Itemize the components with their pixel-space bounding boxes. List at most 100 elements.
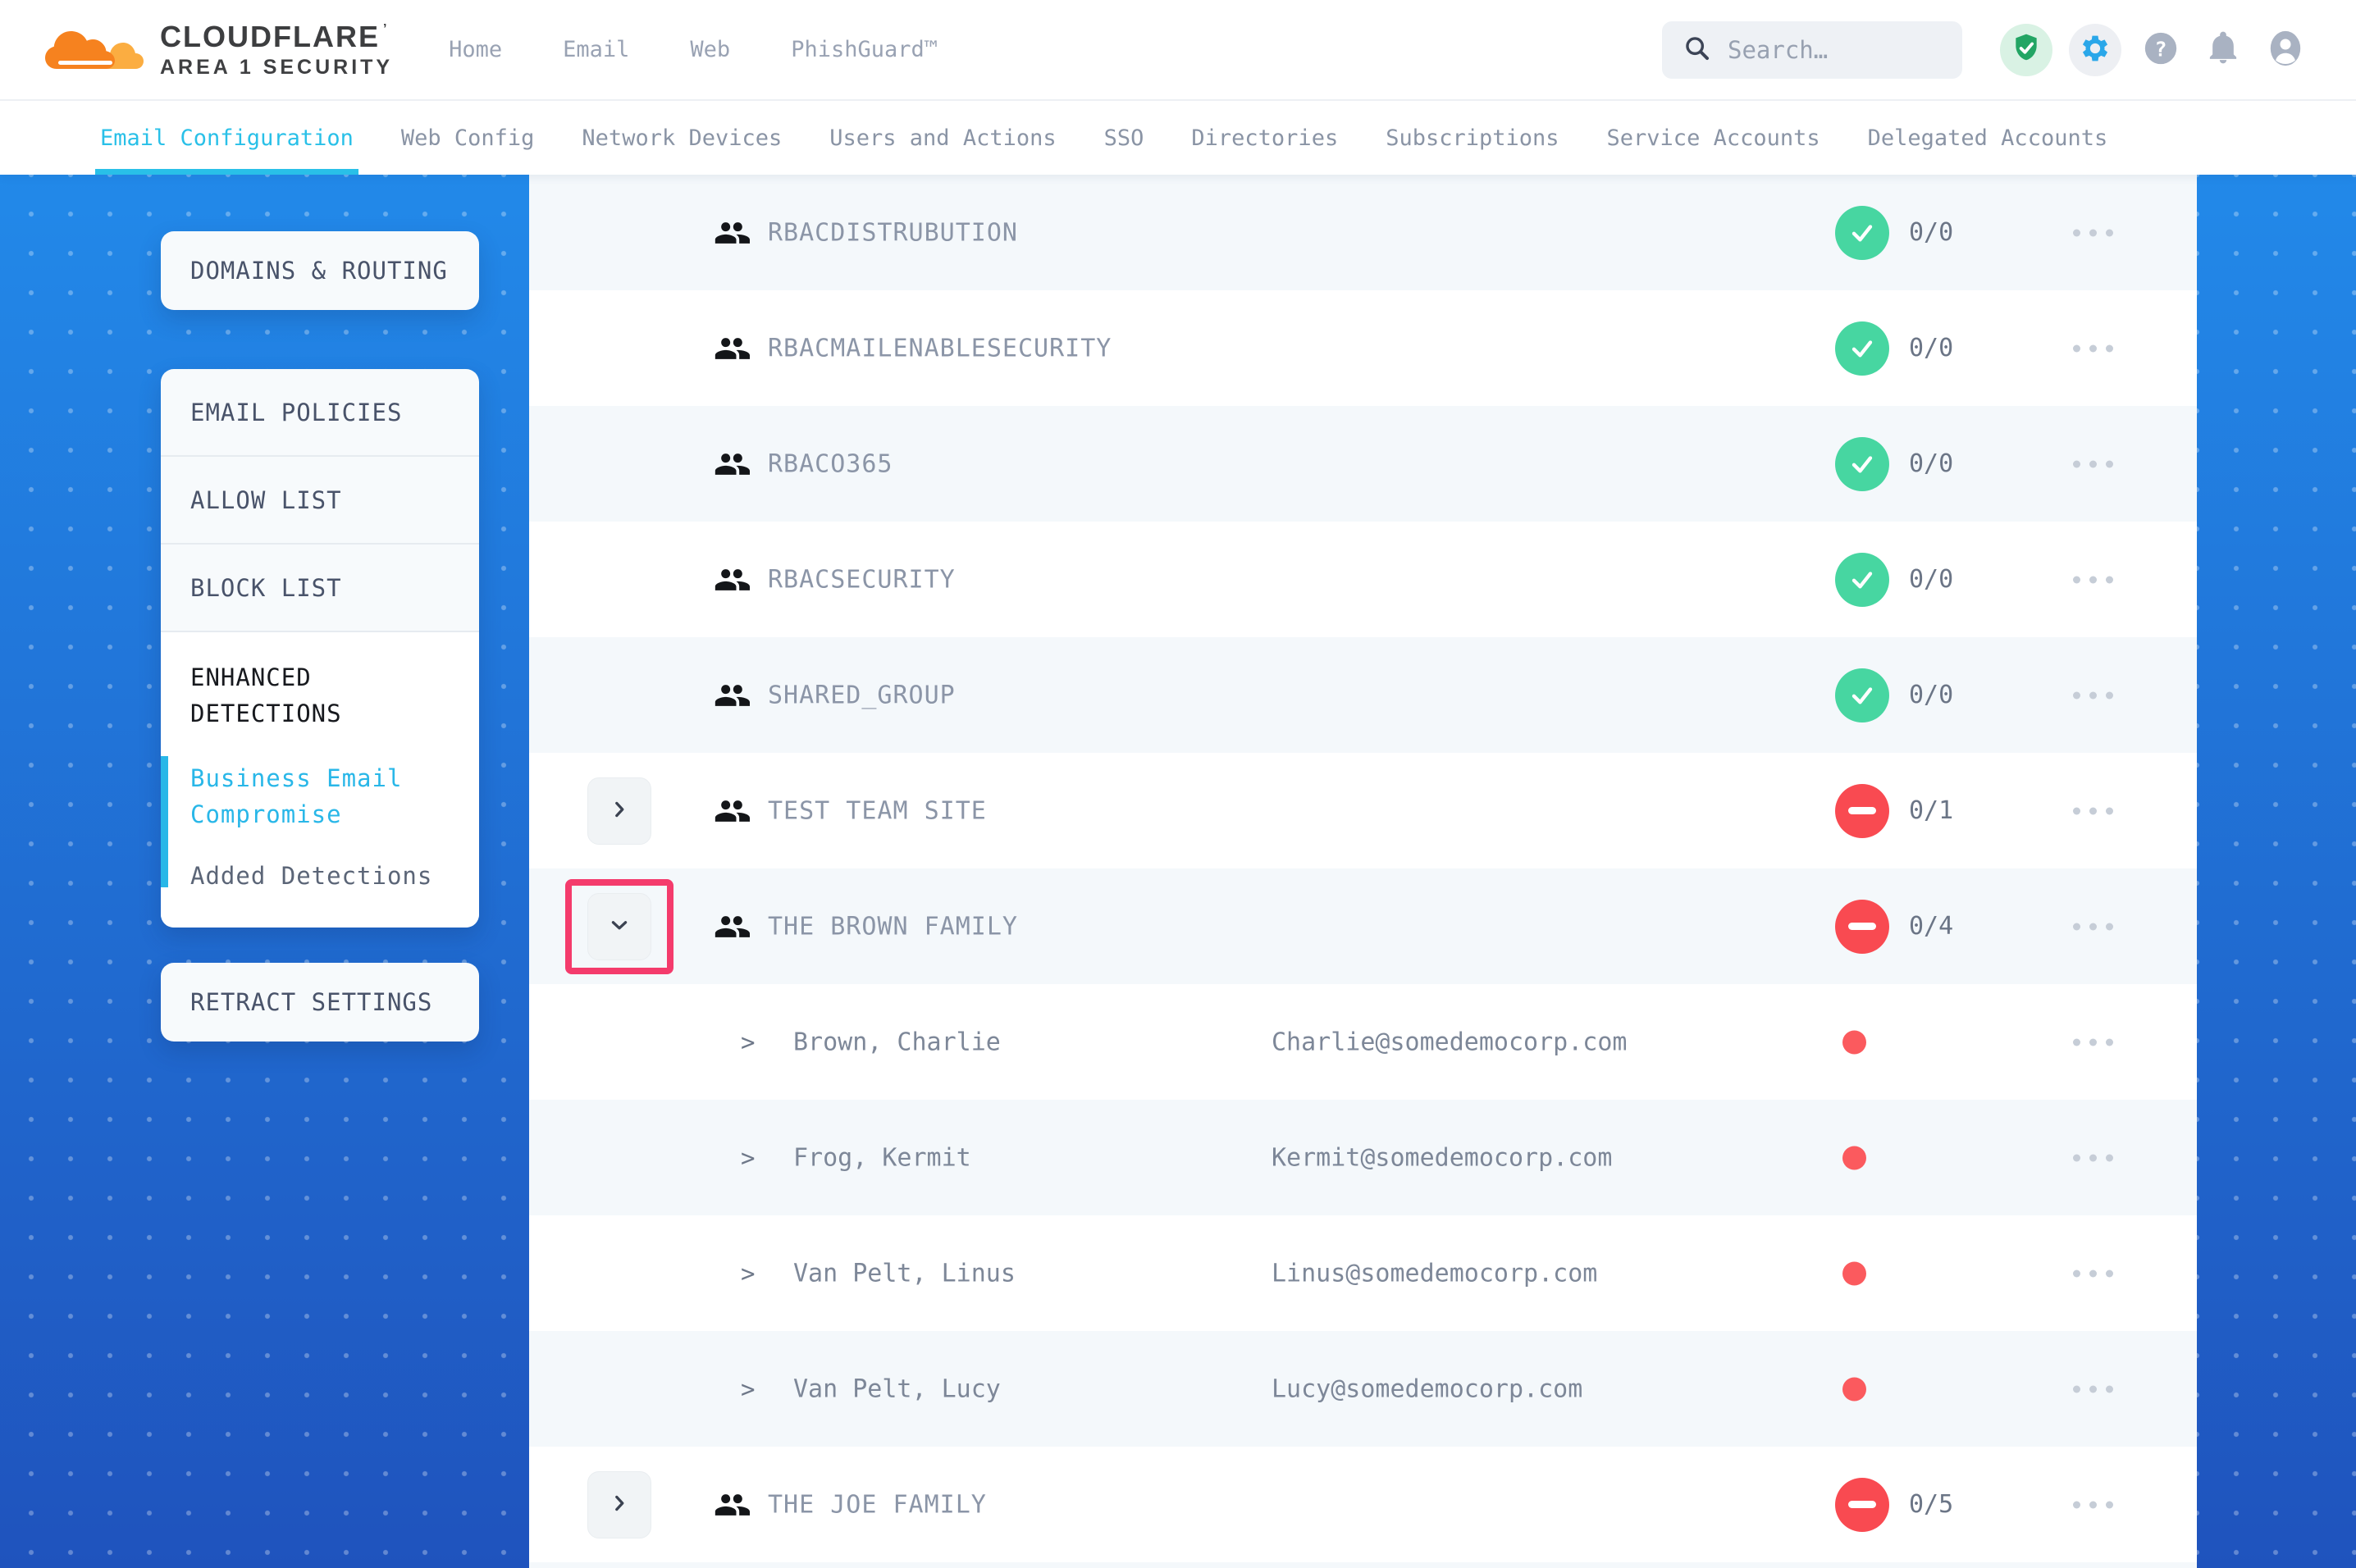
group-people-icon xyxy=(714,446,750,482)
row-actions-button[interactable] xyxy=(2068,1142,2118,1173)
member-row[interactable]: > Frog, Kermit Kermit@somedemocorp.com xyxy=(529,1100,2197,1215)
row-actions-button[interactable] xyxy=(2068,449,2118,479)
group-people-icon xyxy=(714,562,750,598)
member-count: 0/5 xyxy=(1909,1490,1953,1519)
protection-status-button[interactable] xyxy=(2000,24,2052,76)
row-actions-button[interactable] xyxy=(2068,1258,2118,1288)
group-row[interactable]: TEST TEAM SITE 0/1 xyxy=(529,753,2197,868)
member-name: Van Pelt, Lucy xyxy=(793,1374,1001,1403)
sidebar-item-allow-list[interactable]: ALLOW LIST xyxy=(161,457,479,545)
sidebar-item-block-list[interactable]: BLOCK LIST xyxy=(161,545,479,632)
group-row[interactable]: RBACSECURITY 0/0 xyxy=(529,522,2197,637)
member-count: 0/0 xyxy=(1909,449,1953,478)
sidebar-item-added-detections[interactable]: Added Detections xyxy=(190,862,450,890)
group-row[interactable]: THE JOE FAMILY 0/5 xyxy=(529,1447,2197,1562)
sidebar-item-enhanced-detections[interactable]: ENHANCED DETECTIONS xyxy=(190,660,450,732)
group-row[interactable]: THE BROWN FAMILY 0/4 xyxy=(529,868,2197,984)
search-input[interactable] xyxy=(1728,36,1941,64)
group-people-icon xyxy=(714,677,750,713)
shield-check-icon xyxy=(2011,33,2042,67)
tab-users-and-actions[interactable]: Users and Actions xyxy=(829,101,1056,175)
group-name: SHARED_GROUP xyxy=(768,681,956,709)
tab-directories[interactable]: Directories xyxy=(1191,101,1338,175)
expand-toggle-button[interactable] xyxy=(587,1471,651,1538)
status-dot xyxy=(1842,1146,1866,1169)
sidebar-label: Business Email Compromise xyxy=(190,764,402,828)
row-actions-button[interactable] xyxy=(2068,1489,2118,1520)
notifications-button[interactable] xyxy=(2200,24,2246,76)
status-blocked-icon xyxy=(1835,1478,1889,1532)
sidebar-enhanced-detections-section: ENHANCED DETECTIONS Business Email Compr… xyxy=(161,632,479,928)
tab-subscriptions[interactable]: Subscriptions xyxy=(1386,101,1559,175)
tab-delegated-accounts[interactable]: Delegated Accounts xyxy=(1868,101,2108,175)
group-name: RBACDISTRUBUTION xyxy=(768,218,1018,247)
user-icon xyxy=(2267,30,2304,71)
row-actions-button[interactable] xyxy=(2068,564,2118,595)
chevron-right-glyph[interactable]: > xyxy=(741,1375,755,1403)
status-ok-icon xyxy=(1835,206,1889,260)
expand-toggle-button[interactable] xyxy=(587,777,651,845)
group-name: RBACMAILENABLESECURITY xyxy=(768,334,1112,362)
status-dot xyxy=(1842,1030,1866,1054)
member-count: 0/0 xyxy=(1909,218,1953,247)
nav-item-phishguard[interactable]: PhishGuard™ xyxy=(791,37,938,62)
chevron-right-icon xyxy=(609,1493,630,1517)
member-name: Frog, Kermit xyxy=(793,1143,971,1172)
group-row[interactable]: SHARED_GROUP 0/0 xyxy=(529,637,2197,753)
group-row[interactable]: RBACMAILENABLESECURITY 0/0 xyxy=(529,290,2197,406)
row-actions-button[interactable] xyxy=(2068,795,2118,826)
row-actions-button[interactable] xyxy=(2068,1374,2118,1404)
chevron-right-glyph[interactable]: > xyxy=(741,1260,755,1288)
status-blocked-icon xyxy=(1835,784,1889,838)
help-button[interactable]: ? xyxy=(2138,24,2184,76)
member-name: Brown, Charlie xyxy=(793,1028,1001,1056)
sidebar-item-domains-routing[interactable]: DOMAINS & ROUTING xyxy=(161,231,479,310)
member-row[interactable]: > Van Pelt, Linus Linus@somedemocorp.com xyxy=(529,1215,2197,1331)
sidebar-label: RETRACT SETTINGS xyxy=(190,988,432,1016)
group-people-icon xyxy=(714,1487,750,1523)
tab-web-config[interactable]: Web Config xyxy=(401,101,535,175)
sidebar-item-retract-settings[interactable]: RETRACT SETTINGS xyxy=(161,963,479,1042)
member-email: Lucy@somedemocorp.com xyxy=(1272,1374,1582,1403)
header-actions: ? xyxy=(1662,21,2356,79)
logo-trademark: ’ xyxy=(383,22,388,37)
chevron-right-glyph[interactable]: > xyxy=(741,1144,755,1172)
nav-item-home[interactable]: Home xyxy=(449,37,502,62)
member-row[interactable]: > Van Pelt, Lucy Lucy@somedemocorp.com xyxy=(529,1331,2197,1447)
group-people-icon xyxy=(714,793,750,829)
tab-network-devices[interactable]: Network Devices xyxy=(582,101,782,175)
search-box[interactable] xyxy=(1662,21,1962,79)
member-count: 0/0 xyxy=(1909,681,1953,709)
row-actions-button[interactable] xyxy=(2068,911,2118,941)
row-actions-button[interactable] xyxy=(2068,680,2118,710)
cloudflare-logo[interactable]: CLOUDFLARE’ AREA 1 SECURITY xyxy=(0,21,393,79)
nav-item-web[interactable]: Web xyxy=(690,37,730,62)
settings-button[interactable] xyxy=(2069,24,2121,76)
group-people-icon xyxy=(714,330,750,367)
group-name: THE JOE FAMILY xyxy=(768,1490,987,1519)
tab-email-configuration[interactable]: Email Configuration xyxy=(100,101,354,175)
member-email: Linus@somedemocorp.com xyxy=(1272,1259,1597,1288)
sidebar-item-email-policies[interactable]: EMAIL POLICIES xyxy=(161,369,479,457)
member-email: Kermit@somedemocorp.com xyxy=(1272,1143,1612,1172)
member-row[interactable]: > Brown, Charlie Charlie@somedemocorp.co… xyxy=(529,984,2197,1100)
member-email: Charlie@somedemocorp.com xyxy=(1272,1028,1627,1056)
tab-service-accounts[interactable]: Service Accounts xyxy=(1607,101,1820,175)
row-actions-button[interactable] xyxy=(2068,1027,2118,1057)
status-dot xyxy=(1842,1377,1866,1401)
tab-sso[interactable]: SSO xyxy=(1104,101,1144,175)
row-actions-button[interactable] xyxy=(2068,217,2118,248)
group-people-icon xyxy=(714,215,750,251)
row-actions-button[interactable] xyxy=(2068,333,2118,363)
profile-button[interactable] xyxy=(2262,24,2308,76)
group-row[interactable]: RBACO365 0/0 xyxy=(529,406,2197,522)
expand-toggle-button[interactable] xyxy=(587,893,651,960)
group-row[interactable]: RBACDISTRUBUTION 0/0 xyxy=(529,175,2197,290)
nav-item-email[interactable]: Email xyxy=(563,37,629,62)
sidebar-label: ALLOW LIST xyxy=(190,486,342,514)
group-name: THE BROWN FAMILY xyxy=(768,912,1018,941)
sidebar-label: EMAIL POLICIES xyxy=(190,399,402,426)
sidebar-item-business-email-compromise[interactable]: Business Email Compromise xyxy=(190,761,450,832)
chevron-right-glyph[interactable]: > xyxy=(741,1028,755,1056)
chevron-right-icon xyxy=(609,799,630,823)
